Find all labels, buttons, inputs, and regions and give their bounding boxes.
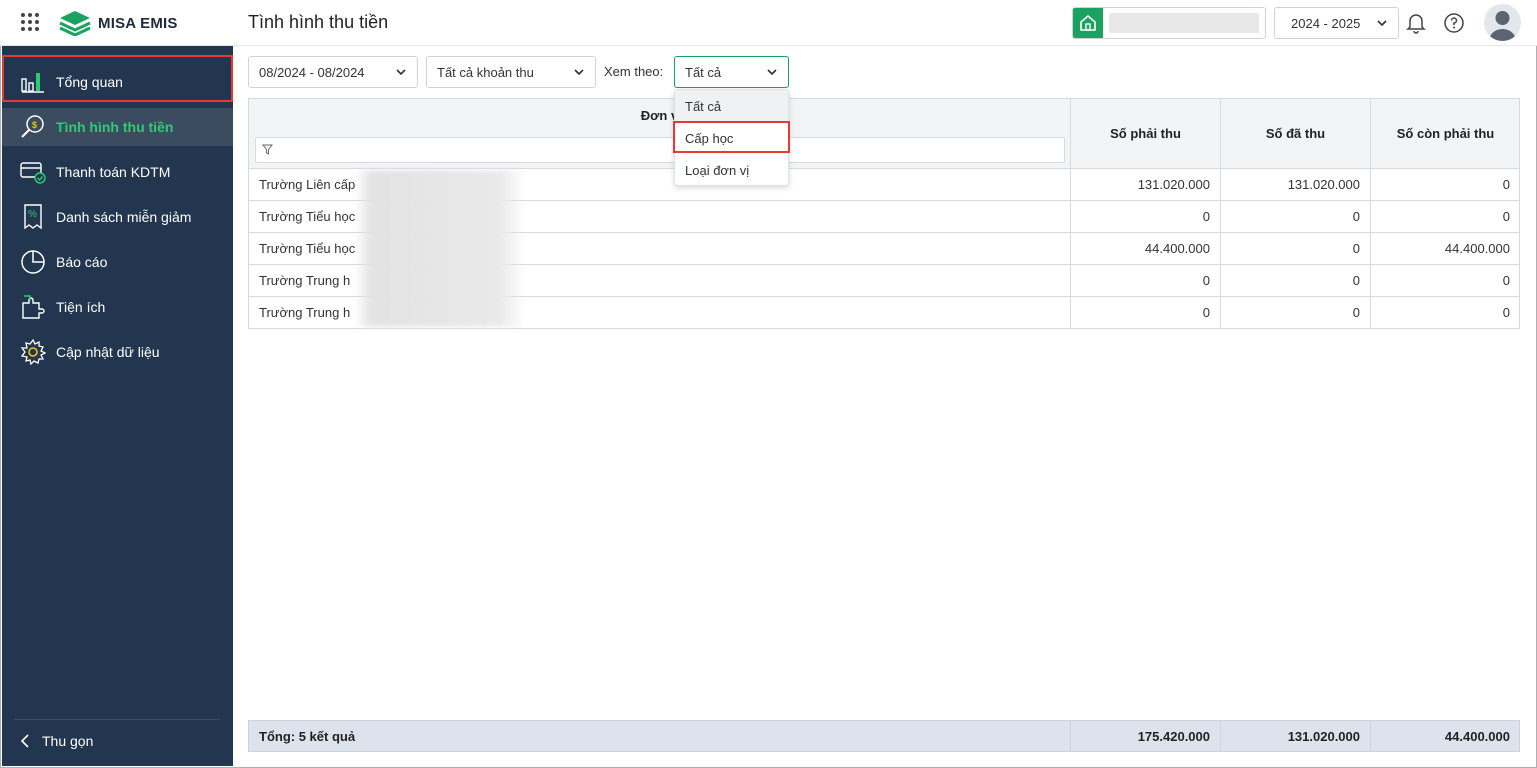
sidebar-divider xyxy=(14,719,220,720)
sidebar-item-label: Tình hình thu tiền xyxy=(56,119,174,135)
period-value: 08/2024 - 08/2024 xyxy=(259,64,365,80)
collapse-label: Thu gọn xyxy=(42,733,94,749)
discount-receipt-icon: % xyxy=(20,204,46,230)
amount-due: 0 xyxy=(1070,297,1220,328)
period-select[interactable]: 08/2024 - 08/2024 xyxy=(248,56,418,88)
total-label: Tổng: 5 kết quả xyxy=(259,729,356,744)
avatar[interactable] xyxy=(1484,4,1521,41)
fee-type-value: Tất cả khoản thu xyxy=(437,64,534,80)
total-amount-remaining: 44.400.000 xyxy=(1370,721,1520,752)
total-amount-collected: 131.020.000 xyxy=(1220,721,1370,752)
user-icon xyxy=(1489,11,1516,41)
chevron-down-icon xyxy=(396,69,406,76)
sidebar-item-label: Danh sách miễn giảm xyxy=(56,209,192,225)
option-highlight xyxy=(673,121,790,153)
school-year-select[interactable]: 2024 - 2025 xyxy=(1274,7,1399,39)
misa-logo-icon xyxy=(59,11,91,36)
help-icon[interactable] xyxy=(1443,12,1465,34)
sidebar-item-danh-sach-mien-giam[interactable]: % Danh sách miễn giảm xyxy=(2,198,233,236)
chevron-down-icon xyxy=(1377,20,1387,27)
unit-filter-input[interactable] xyxy=(255,137,1065,163)
sidebar-item-tinh-hinh-thu-tien[interactable]: $ Tình hình thu tiền xyxy=(2,108,233,146)
table-header: Đơn v Số phải thu Số đã thu Số còn phải … xyxy=(248,98,1520,169)
amount-remaining: 0 xyxy=(1370,297,1520,328)
dropdown-option-tat-ca[interactable]: Tất cả xyxy=(675,90,788,122)
sidebar-item-thanh-toan-kdtm[interactable]: Thanh toán KDTM xyxy=(2,153,233,191)
app-grid-icon[interactable] xyxy=(21,13,39,31)
school-year-value: 2024 - 2025 xyxy=(1291,15,1361,31)
amount-due: 0 xyxy=(1070,265,1220,296)
collapse-sidebar-button[interactable]: Thu gọn xyxy=(20,733,93,749)
view-by-select[interactable]: Tất cả xyxy=(674,56,789,88)
school-home-icon xyxy=(1073,8,1103,38)
brand-name: MISA EMIS xyxy=(98,14,178,32)
amount-collected: 0 xyxy=(1220,201,1370,232)
view-by-label: Xem theo: xyxy=(604,64,664,79)
amount-collected: 0 xyxy=(1220,233,1370,264)
school-selector[interactable] xyxy=(1072,7,1266,39)
column-header-don-vi[interactable]: Đơn v xyxy=(249,99,1070,132)
gear-icon xyxy=(20,339,46,365)
view-by-value: Tất cả xyxy=(685,64,722,80)
fee-type-select[interactable]: Tất cả khoản thu xyxy=(426,56,596,88)
sidebar-item-label: Cập nhật dữ liệu xyxy=(56,344,160,360)
amount-collected: 0 xyxy=(1220,265,1370,296)
card-check-icon xyxy=(20,159,46,185)
amount-remaining: 0 xyxy=(1370,169,1520,200)
amount-collected: 131.020.000 xyxy=(1220,169,1370,200)
column-header-so-con-phai-thu[interactable]: Số còn phải thu xyxy=(1370,99,1520,168)
table-footer-totals: Tổng: 5 kết quả 175.420.000 131.020.000 … xyxy=(248,720,1520,752)
puzzle-icon xyxy=(20,294,46,320)
dropdown-option-loai-don-vi[interactable]: Loại đơn vị xyxy=(675,154,788,186)
sidebar-item-tien-ich[interactable]: Tiện ích xyxy=(2,288,233,326)
sidebar-item-label: Báo cáo xyxy=(56,254,108,270)
amount-remaining: 44.400.000 xyxy=(1370,233,1520,264)
chevron-down-icon xyxy=(767,69,777,76)
redacted-unit-names xyxy=(355,170,525,327)
brand-logo[interactable]: MISA EMIS xyxy=(58,9,178,37)
bell-icon[interactable] xyxy=(1405,12,1427,34)
page-title: Tình hình thu tiền xyxy=(248,12,389,32)
sidebar-item-bao-cao[interactable]: Báo cáo xyxy=(2,243,233,281)
school-name-redacted xyxy=(1109,13,1259,33)
amount-remaining: 0 xyxy=(1370,201,1520,232)
amount-due: 44.400.000 xyxy=(1070,233,1220,264)
sidebar-item-cap-nhat-du-lieu[interactable]: Cập nhật dữ liệu xyxy=(2,333,233,371)
filter-icon xyxy=(262,144,273,155)
total-amount-due: 175.420.000 xyxy=(1070,721,1220,752)
top-bar: MISA EMIS Tình hình thu tiền 2024 - 2025 xyxy=(0,0,1537,46)
money-search-icon: $ xyxy=(20,114,46,140)
amount-remaining: 0 xyxy=(1370,265,1520,296)
active-item-highlight xyxy=(2,55,233,102)
chevron-down-icon xyxy=(574,69,584,76)
svg-text:%: % xyxy=(28,209,37,220)
column-header-so-da-thu[interactable]: Số đã thu xyxy=(1220,99,1370,168)
amount-due: 0 xyxy=(1070,201,1220,232)
column-header-so-phai-thu[interactable]: Số phải thu xyxy=(1070,99,1220,168)
amount-collected: 0 xyxy=(1220,297,1370,328)
sidebar-item-label: Tiện ích xyxy=(56,299,106,315)
amount-due: 131.020.000 xyxy=(1070,169,1220,200)
svg-text:$: $ xyxy=(32,120,37,130)
pie-chart-icon xyxy=(20,249,46,275)
chevron-left-icon xyxy=(20,734,29,748)
sidebar: Tổng quan $ Tình hình thu tiền Thanh toá… xyxy=(2,46,233,766)
sidebar-item-label: Thanh toán KDTM xyxy=(56,164,171,180)
